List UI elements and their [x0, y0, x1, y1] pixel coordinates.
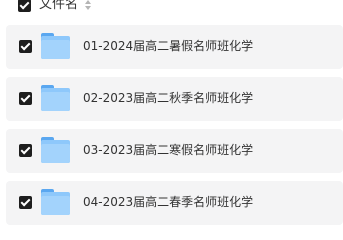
file-row-checkbox[interactable] [19, 196, 32, 209]
file-name[interactable]: 02-2023届高二秋季名师班化学 [83, 90, 253, 106]
file-row[interactable]: 04-2023届高二春季名师班化学 [6, 181, 343, 225]
file-row-checkbox[interactable] [19, 92, 32, 105]
file-list-header: 文件名 [0, 0, 343, 18]
file-row[interactable]: 03-2023届高二寒假名师班化学 [6, 129, 343, 173]
file-row-checkbox[interactable] [19, 144, 32, 157]
folder-icon [41, 33, 70, 59]
file-name[interactable]: 01-2024届高二暑假名师班化学 [83, 38, 253, 54]
file-row[interactable]: 02-2023届高二秋季名师班化学 [6, 77, 343, 121]
folder-icon [41, 189, 70, 215]
folder-icon [41, 137, 70, 163]
file-name[interactable]: 03-2023届高二寒假名师班化学 [83, 142, 253, 158]
sort-ascending-icon [85, 0, 91, 4]
sort-icon[interactable] [84, 0, 92, 11]
sort-descending-icon [85, 6, 91, 10]
file-row[interactable]: 01-2024届高二暑假名师班化学 [6, 25, 343, 69]
column-header-filename[interactable]: 文件名 [39, 0, 78, 13]
file-row-checkbox[interactable] [19, 40, 32, 53]
folder-icon [41, 85, 70, 111]
file-name[interactable]: 04-2023届高二春季名师班化学 [83, 194, 253, 210]
select-all-checkbox[interactable] [18, 0, 31, 12]
file-list-panel: 文件名 01-2024届高二暑假名师班化学 02-2023届高二秋季名师班化学 … [0, 0, 343, 235]
